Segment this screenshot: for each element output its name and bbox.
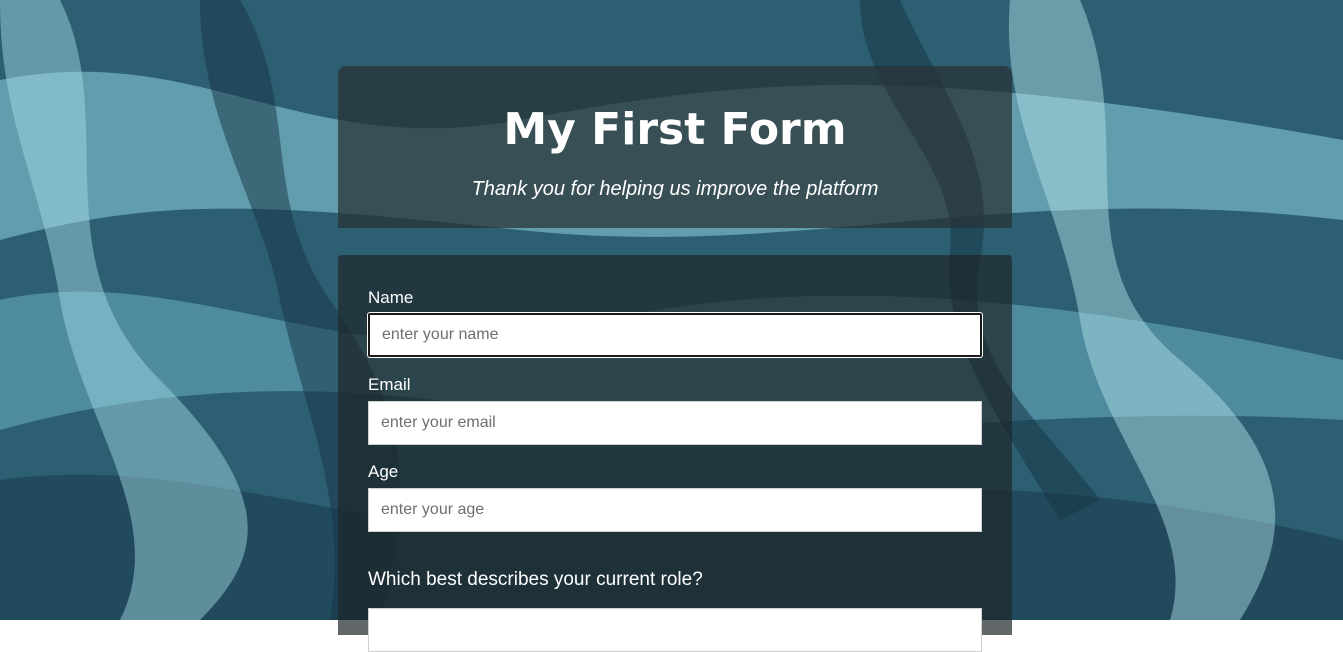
page-title: My First Form — [503, 104, 847, 155]
name-label: Name — [368, 288, 414, 307]
email-label: Email — [368, 375, 411, 394]
survey-form: Name Email Age Which best describes your… — [338, 255, 1012, 652]
age-label: Age — [368, 462, 399, 481]
page-subtitle: Thank you for helping us improve the pla… — [471, 178, 879, 200]
role-question: Which best describes your current role? — [368, 569, 703, 590]
age-input[interactable] — [368, 488, 982, 532]
name-input[interactable] — [368, 313, 982, 357]
role-dropdown[interactable] — [368, 608, 982, 652]
email-input[interactable] — [368, 401, 982, 445]
form-header: My First Form Thank you for helping us i… — [338, 66, 1012, 228]
